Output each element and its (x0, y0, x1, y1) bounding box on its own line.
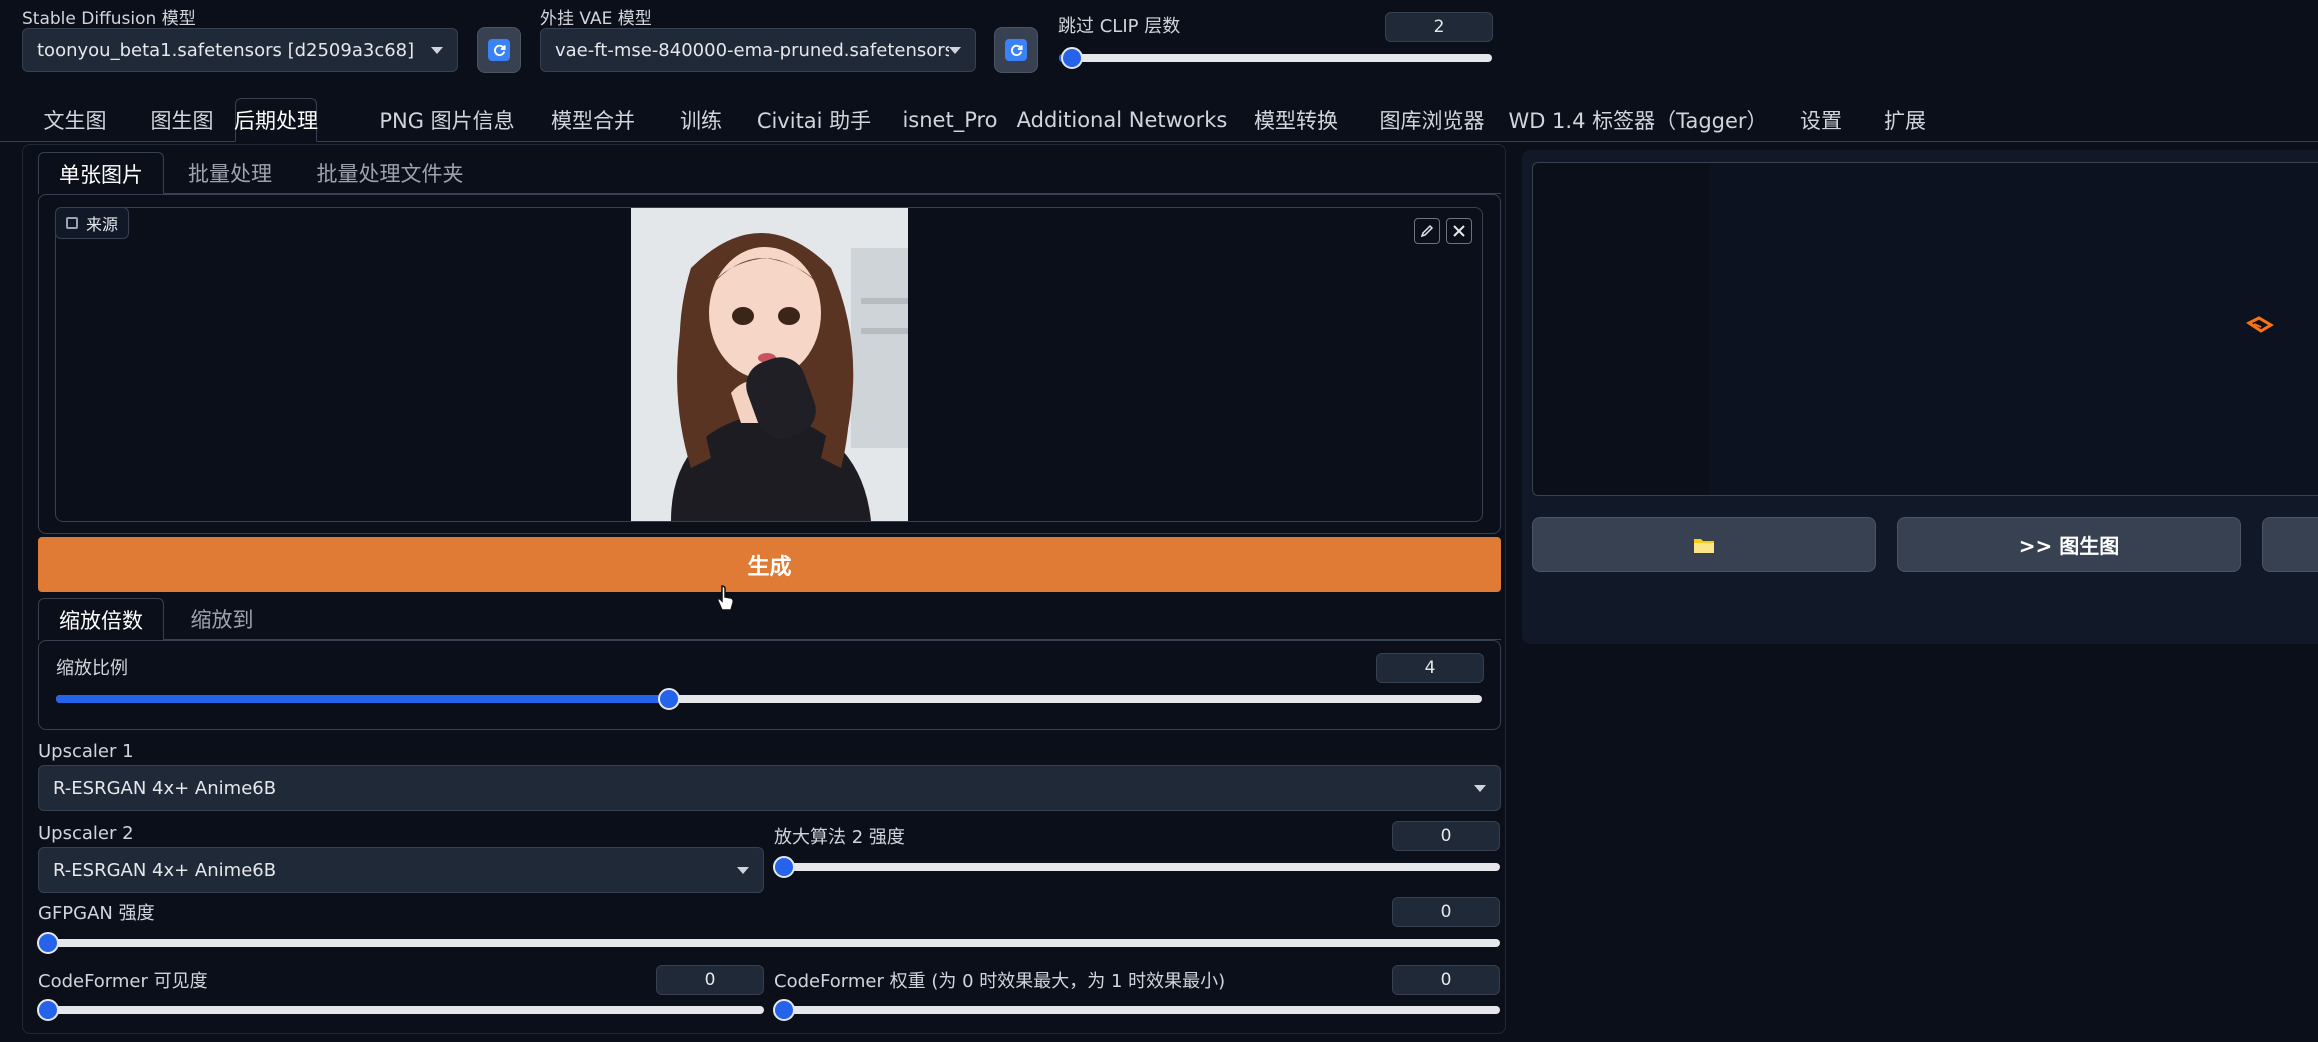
clip-skip-label: 跳过 CLIP 层数 (1058, 16, 1181, 37)
close-icon (1453, 225, 1465, 237)
portrait-illustration (631, 208, 908, 521)
clear-image-button[interactable] (1446, 218, 1472, 244)
resize-value[interactable]: 4 (1376, 653, 1484, 683)
upscaler1-label: Upscaler 1 (38, 741, 134, 762)
tab-img2img[interactable]: 图生图 (136, 98, 228, 142)
edit-image-button[interactable] (1414, 218, 1440, 244)
slider-thumb[interactable] (37, 999, 59, 1021)
upscaler1-select[interactable]: R-ESRGAN 4x+ Anime6B (38, 765, 1501, 811)
upscaler2-label: Upscaler 2 (38, 823, 134, 844)
resize-panel (38, 640, 1501, 730)
folder-icon (1694, 538, 1714, 553)
mouse-cursor-icon (717, 585, 734, 611)
codeformer-visibility-value[interactable]: 0 (656, 965, 764, 995)
slider-thumb[interactable] (37, 932, 59, 954)
chevron-down-icon (949, 46, 961, 54)
codeformer-visibility-label: CodeFormer 可见度 (38, 971, 208, 992)
tab-isnet-pro[interactable]: isnet_Pro (900, 98, 1000, 142)
chevron-down-icon (431, 46, 443, 54)
sd-model-label: Stable Diffusion 模型 (22, 9, 196, 29)
vae-select[interactable]: vae-ft-mse-840000-ema-pruned.safetensors (540, 28, 976, 72)
sd-model-value: toonyou_beta1.safetensors [d2509a3c68] (37, 39, 415, 61)
upscaler2-value: R-ESRGAN 4x+ Anime6B (53, 859, 277, 881)
resize-slider[interactable] (56, 688, 1482, 710)
source-label-tag: 来源 (55, 207, 130, 239)
pencil-icon (1420, 224, 1434, 238)
upscaler2-strength-label: 放大算法 2 强度 (774, 827, 905, 848)
tab-single-image[interactable]: 单张图片 (38, 152, 164, 194)
tab-additional-networks[interactable]: Additional Networks (1017, 98, 1228, 142)
tab-settings[interactable]: 设置 (1792, 98, 1850, 142)
chevron-down-icon (1474, 784, 1486, 792)
open-folder-button[interactable] (1532, 517, 1876, 572)
vae-label: 外挂 VAE 模型 (540, 9, 652, 29)
upscaler2-select[interactable]: R-ESRGAN 4x+ Anime6B (38, 847, 764, 893)
tab-scale-to[interactable]: 缩放到 (172, 598, 272, 640)
tab-scale-by[interactable]: 缩放倍数 (38, 598, 164, 640)
tab-batch-process[interactable]: 批量处理 (172, 152, 288, 194)
upscaler1-value: R-ESRGAN 4x+ Anime6B (53, 777, 277, 799)
upscaler2-strength-slider[interactable] (773, 856, 1500, 878)
output-image-area (1709, 163, 2318, 495)
gfpgan-label: GFPGAN 强度 (38, 903, 155, 924)
slider-thumb[interactable] (773, 999, 795, 1021)
loading-icon (2246, 316, 2274, 333)
slider-fill (56, 695, 670, 703)
tab-extensions[interactable]: 扩展 (1876, 98, 1934, 142)
slider-thumb[interactable] (773, 856, 795, 878)
image-icon (66, 217, 78, 229)
tab-extras[interactable]: 后期处理 (234, 98, 318, 142)
send-to-inpaint-button[interactable] (2262, 517, 2318, 572)
tab-tagger[interactable]: WD 1.4 标签器（Tagger） (1508, 98, 1767, 142)
vae-value: vae-ft-mse-840000-ema-pruned.safetensors (555, 39, 949, 61)
chevron-down-icon (737, 866, 749, 874)
output-gallery (1532, 162, 2318, 496)
codeformer-visibility-slider[interactable] (37, 999, 764, 1021)
tab-batch-from-directory[interactable]: 批量处理文件夹 (300, 152, 480, 194)
send-to-img2img-button[interactable]: >> 图生图 (1897, 517, 2241, 572)
source-image (631, 208, 908, 521)
generate-button[interactable]: 生成 (38, 537, 1501, 592)
stable-diffusion-webui: Stable Diffusion 模型 toonyou_beta1.safete… (0, 0, 2318, 1042)
tab-png-info[interactable]: PNG 图片信息 (374, 98, 520, 142)
codeformer-weight-value[interactable]: 0 (1392, 965, 1500, 995)
source-label: 来源 (86, 215, 119, 234)
upscaler2-strength-value[interactable]: 0 (1392, 821, 1500, 851)
tab-txt2img[interactable]: 文生图 (30, 98, 120, 142)
tab-checkpoint-merger[interactable]: 模型合并 (544, 98, 642, 142)
tab-civitai-helper[interactable]: Civitai 助手 (757, 98, 871, 142)
tab-train[interactable]: 训练 (670, 98, 732, 142)
tab-model-converter[interactable]: 模型转换 (1248, 98, 1344, 142)
gfpgan-slider[interactable] (37, 932, 1500, 954)
clip-skip-slider[interactable] (1059, 47, 1492, 69)
codeformer-weight-label: CodeFormer 权重 (为 0 时效果最大，为 1 时效果最小) (774, 971, 1226, 992)
refresh-icon (488, 39, 510, 61)
slider-thumb[interactable] (1060, 47, 1083, 69)
sd-model-select[interactable]: toonyou_beta1.safetensors [d2509a3c68] (22, 28, 458, 72)
gfpgan-value[interactable]: 0 (1392, 897, 1500, 927)
main-tab-bar: 文生图 图生图 后期处理 PNG 图片信息 模型合并 训练 Civitai 助手… (0, 94, 2318, 142)
tab-image-browser[interactable]: 图库浏览器 (1374, 98, 1490, 142)
codeformer-weight-slider[interactable] (773, 999, 1500, 1021)
slider-thumb[interactable] (658, 688, 681, 710)
sd-model-refresh-button[interactable] (477, 27, 521, 73)
refresh-icon (1005, 39, 1027, 61)
resize-label: 缩放比例 (56, 658, 128, 679)
clip-skip-value[interactable]: 2 (1385, 12, 1493, 42)
vae-refresh-button[interactable] (994, 27, 1038, 73)
